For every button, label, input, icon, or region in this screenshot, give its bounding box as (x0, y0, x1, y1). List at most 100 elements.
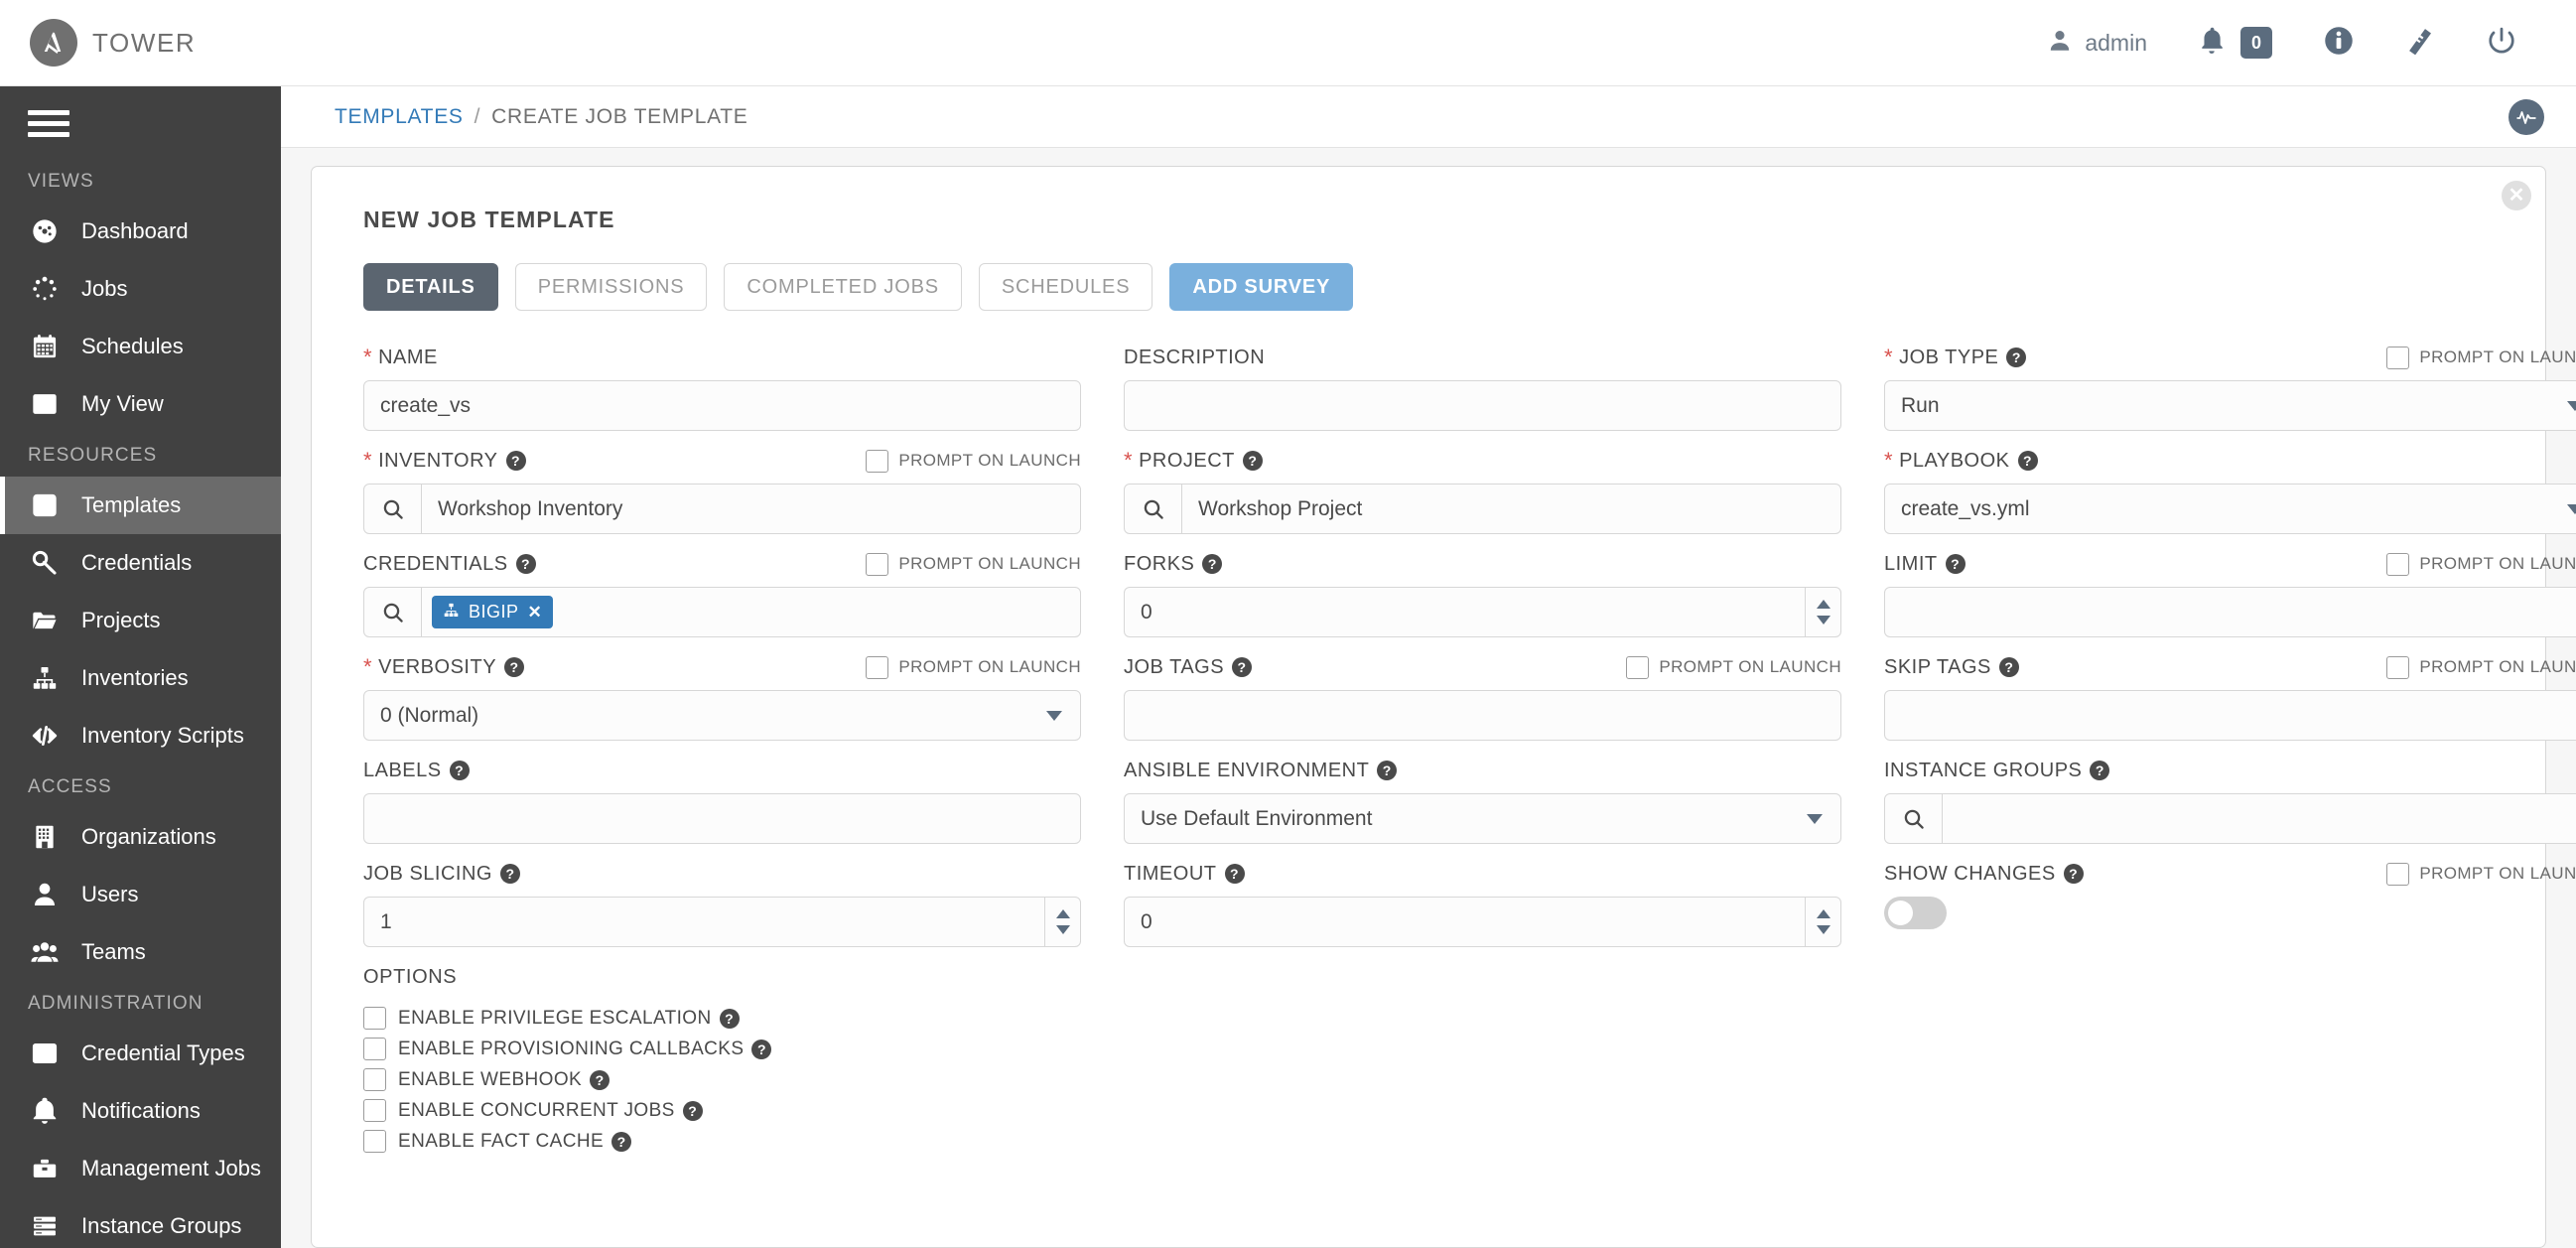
sidebar-item-instance-groups[interactable]: Instance Groups (0, 1197, 281, 1248)
search-icon[interactable] (1885, 794, 1943, 843)
skip-tags-prompt-on-launch[interactable]: PROMPT ON LAUNCH (2386, 655, 2576, 679)
inventory-lookup[interactable]: Workshop Inventory (363, 484, 1081, 534)
checkbox-icon[interactable] (866, 449, 889, 473)
breadcrumb-templates-link[interactable]: TEMPLATES (335, 105, 464, 129)
checkbox-icon[interactable] (363, 1038, 386, 1060)
sidebar-item-my-view[interactable]: My View (0, 375, 281, 433)
tab-details[interactable]: DETAILS (363, 263, 498, 311)
forks-stepper[interactable]: 0 (1124, 587, 1841, 637)
help-icon[interactable]: ? (1202, 554, 1223, 574)
checkbox-icon[interactable] (363, 1068, 386, 1091)
help-icon[interactable]: ? (515, 554, 536, 574)
help-icon[interactable]: ? (504, 657, 525, 677)
verbosity-prompt-on-launch[interactable]: PROMPT ON LAUNCH (866, 655, 1081, 679)
skip-tags-input[interactable] (1884, 690, 2576, 741)
help-icon[interactable]: ? (1945, 554, 1966, 574)
search-icon[interactable] (364, 485, 422, 533)
name-input[interactable]: create_vs (363, 380, 1081, 431)
checkbox-icon[interactable] (363, 1099, 386, 1122)
help-icon[interactable]: ? (1377, 761, 1398, 780)
sidebar-item-schedules[interactable]: Schedules (0, 318, 281, 375)
chevron-up-icon[interactable] (1816, 600, 1830, 609)
help-icon[interactable]: ? (449, 761, 470, 780)
sidebar-item-notifications[interactable]: Notifications (0, 1082, 281, 1140)
help-icon[interactable]: ? (1998, 657, 2019, 677)
project-lookup[interactable]: Workshop Project (1124, 484, 1841, 534)
tab-add-survey[interactable]: ADD SURVEY (1169, 263, 1354, 311)
help-icon[interactable]: ? (1232, 657, 1253, 677)
chevron-down-icon[interactable] (1816, 925, 1830, 934)
credentials-prompt-on-launch[interactable]: PROMPT ON LAUNCH (866, 552, 1081, 576)
help-icon[interactable]: ? (2006, 347, 2027, 367)
option-enable-fact-cache[interactable]: ENABLE FACT CACHE? (363, 1126, 2513, 1157)
checkbox-icon[interactable] (2386, 862, 2410, 886)
close-circle-icon[interactable]: ✕ (2502, 181, 2531, 210)
credentials-lookup[interactable]: BIGIP ✕ (363, 587, 1081, 637)
instance-groups-lookup[interactable] (1884, 793, 2576, 844)
show-changes-prompt-on-launch[interactable]: PROMPT ON LAUNCH (2386, 862, 2576, 886)
checkbox-icon[interactable] (1626, 655, 1650, 679)
sidebar-item-users[interactable]: Users (0, 866, 281, 923)
search-icon[interactable] (1125, 485, 1182, 533)
chevron-up-icon[interactable] (1055, 909, 1070, 918)
sidebar-item-teams[interactable]: Teams (0, 923, 281, 981)
help-icon[interactable]: ? (1224, 864, 1245, 884)
help-icon[interactable]: ? (719, 1008, 740, 1029)
about-button[interactable] (2298, 0, 2379, 86)
job-tags-input[interactable] (1124, 690, 1841, 741)
x-icon[interactable]: ✕ (528, 603, 543, 623)
option-enable-privilege-escalation[interactable]: ENABLE PRIVILEGE ESCALATION? (363, 1003, 2513, 1034)
chevron-down-icon[interactable] (1816, 616, 1830, 624)
chevron-down-icon[interactable] (1055, 925, 1070, 934)
help-icon[interactable]: ? (2090, 761, 2110, 780)
labels-input[interactable] (363, 793, 1081, 844)
hamburger-menu-icon[interactable] (0, 86, 69, 159)
help-icon[interactable]: ? (682, 1100, 703, 1121)
option-enable-concurrent-jobs[interactable]: ENABLE CONCURRENT JOBS? (363, 1095, 2513, 1126)
activity-stream-icon[interactable] (2508, 98, 2544, 135)
logout-button[interactable] (2461, 0, 2542, 86)
limit-prompt-on-launch[interactable]: PROMPT ON LAUNCH (2386, 552, 2576, 576)
tab-completed-jobs[interactable]: COMPLETED JOBS (724, 263, 962, 311)
sidebar-item-inventories[interactable]: Inventories (0, 649, 281, 707)
checkbox-icon[interactable] (363, 1007, 386, 1030)
docs-button[interactable] (2379, 0, 2461, 86)
checkbox-icon[interactable] (2386, 346, 2410, 369)
tab-permissions[interactable]: PERMISSIONS (514, 263, 708, 311)
option-enable-provisioning-callbacks[interactable]: ENABLE PROVISIONING CALLBACKS? (363, 1034, 2513, 1064)
help-icon[interactable]: ? (499, 864, 520, 884)
checkbox-icon[interactable] (2386, 552, 2410, 576)
option-enable-webhook[interactable]: ENABLE WEBHOOK? (363, 1064, 2513, 1095)
sidebar-item-inventory-scripts[interactable]: Inventory Scripts (0, 707, 281, 764)
checkbox-icon[interactable] (866, 655, 889, 679)
credential-chip[interactable]: BIGIP ✕ (432, 596, 554, 628)
help-icon[interactable]: ? (611, 1131, 632, 1152)
timeout-spinner[interactable] (1805, 898, 1840, 946)
job-type-select[interactable]: Run (1884, 380, 2576, 431)
sidebar-item-credential-types[interactable]: Credential Types (0, 1025, 281, 1082)
job-tags-prompt-on-launch[interactable]: PROMPT ON LAUNCH (1626, 655, 1841, 679)
verbosity-select[interactable]: 0 (Normal) (363, 690, 1081, 741)
ansible-environment-select[interactable]: Use Default Environment (1124, 793, 1841, 844)
checkbox-icon[interactable] (363, 1130, 386, 1153)
show-changes-toggle[interactable] (1884, 897, 1947, 929)
tab-schedules[interactable]: SCHEDULES (978, 263, 1153, 311)
help-icon[interactable]: ? (505, 451, 526, 471)
sidebar-item-dashboard[interactable]: Dashboard (0, 203, 281, 260)
user-menu[interactable]: admin (2021, 0, 2173, 86)
job-slicing-stepper[interactable]: 1 (363, 897, 1081, 947)
help-icon[interactable]: ? (590, 1069, 610, 1090)
help-icon[interactable]: ? (2063, 864, 2084, 884)
limit-input[interactable] (1884, 587, 2576, 637)
search-icon[interactable] (364, 588, 422, 636)
help-icon[interactable]: ? (751, 1039, 772, 1059)
timeout-stepper[interactable]: 0 (1124, 897, 1841, 947)
description-input[interactable] (1124, 380, 1841, 431)
sidebar-item-templates[interactable]: Templates (0, 477, 281, 534)
checkbox-icon[interactable] (2386, 655, 2410, 679)
notifications-button[interactable]: 0 (2173, 0, 2298, 86)
help-icon[interactable]: ? (2017, 451, 2038, 471)
playbook-select[interactable]: create_vs.yml (1884, 484, 2576, 534)
sidebar-item-jobs[interactable]: Jobs (0, 260, 281, 318)
chevron-up-icon[interactable] (1816, 909, 1830, 918)
